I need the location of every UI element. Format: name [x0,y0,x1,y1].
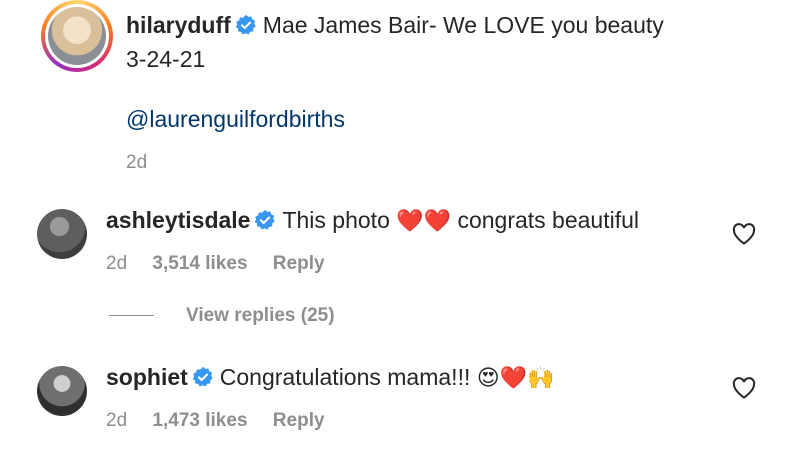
like-heart-icon[interactable] [732,223,756,245]
commenter-avatar[interactable] [37,209,87,259]
mention-link[interactable]: @laurenguilfordbirths [126,106,345,133]
like-heart-icon[interactable] [732,377,756,399]
comment-text: Congratulations mama!!! [219,364,471,390]
comment-meta: 2d 1,473 likes Reply [106,410,345,432]
comment-text-after: congrats beautiful [457,207,640,233]
caption-avatar[interactable] [41,0,113,72]
post-caption: hilaryduff Mae James Bair- We LOVE you be… [20,0,780,190]
caption-username[interactable]: hilaryduff [126,12,231,38]
commenter-avatar[interactable] [37,366,87,416]
likes-count[interactable]: 1,473 likes [152,410,247,431]
comment-meta: 2d 3,514 likes Reply [106,253,345,275]
verified-badge-icon [255,209,276,230]
reply-button[interactable]: Reply [273,410,325,431]
comment-timestamp[interactable]: 2d [106,410,127,431]
comment-body: sophiet Congratulations mama!!! 😍❤️🙌 [106,364,554,391]
comment-username[interactable]: ashleytisdale [106,207,250,233]
comment-text: This photo [282,207,390,233]
view-replies-label: View replies (25) [186,305,335,326]
emoji-group: 😍❤️🙌 [476,365,555,390]
reply-button[interactable]: Reply [273,253,325,274]
view-replies-button[interactable]: View replies (25) [109,305,335,327]
comment-timestamp[interactable]: 2d [106,253,127,274]
likes-count[interactable]: 3,514 likes [152,253,247,274]
caption-timestamp[interactable]: 2d [126,152,147,174]
comment-username[interactable]: sophiet [106,364,188,390]
hearts-emoji: ❤️❤️ [396,208,452,233]
replies-divider [109,315,154,317]
verified-badge-icon [235,14,256,35]
caption-text-block: hilaryduff Mae James Bair- We LOVE you be… [126,8,686,76]
comment-body: ashleytisdale This photo ❤️❤️ congrats be… [106,207,639,234]
verified-badge-icon [192,366,213,387]
